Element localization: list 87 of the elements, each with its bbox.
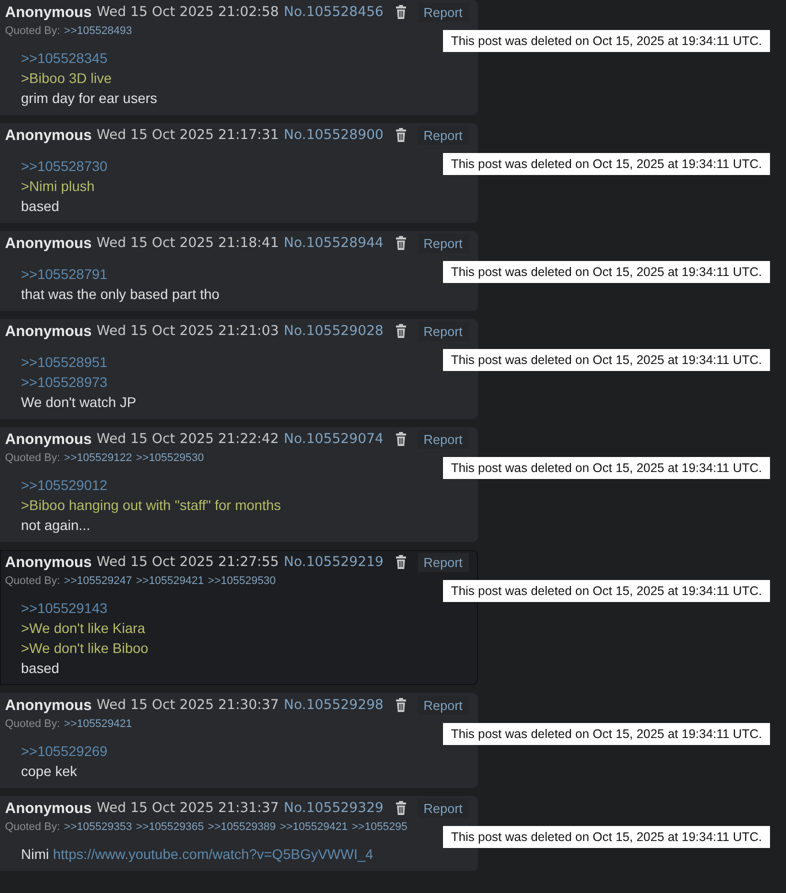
trash-icon[interactable] (394, 801, 406, 815)
post-date: Wed 15 Oct 2025 21:22:42 (96, 431, 279, 447)
post-number-link[interactable]: No.105528944 (284, 235, 384, 251)
backlink[interactable]: >>105529389 (208, 820, 276, 832)
quoted-by-label: Quoted By: (5, 820, 60, 832)
quoted-by-label: Quoted By: (5, 452, 60, 464)
deleted-notice: This post was deleted on Oct 15, 2025 at 19:34:11 UTC. (442, 723, 770, 745)
backlink[interactable]: >>105529247 (64, 574, 132, 586)
greentext-line: >Nimi plush (21, 177, 95, 196)
quoted-by-label: Quoted By: (5, 718, 60, 730)
post-date: Wed 15 Oct 2025 21:02:58 (96, 4, 279, 20)
trash-icon[interactable] (394, 128, 406, 142)
post-date: Wed 15 Oct 2025 21:18:41 (96, 235, 279, 251)
backlink[interactable]: >>105529365 (136, 820, 204, 832)
post-number-link[interactable]: No.105529298 (284, 697, 384, 713)
comment-text: grim day for ear users (21, 89, 158, 108)
post-date: Wed 15 Oct 2025 21:21:03 (96, 323, 279, 339)
poster-name: Anonymous (5, 696, 92, 714)
url-link[interactable]: https://www.youtube.com/watch?v=Q5BGyVWWI_4 (53, 844, 374, 864)
post-number-link[interactable]: No.105528900 (284, 127, 384, 143)
backlink[interactable]: >>105529421 (136, 574, 204, 586)
poster-name: Anonymous (5, 4, 92, 20)
trash-icon[interactable] (394, 324, 406, 338)
comment-text: not again... (21, 516, 90, 535)
greentext-line: >Biboo hanging out with "staff" for months (21, 496, 281, 515)
quoted-by-label: Quoted By: (5, 24, 60, 36)
quote-link[interactable]: >>105528973 (21, 372, 108, 392)
quote-link[interactable]: >>105529012 (21, 475, 108, 495)
trash-icon[interactable] (394, 698, 406, 712)
comment-text: that was the only based part tho (21, 285, 220, 304)
quote-link[interactable]: >>105528791 (21, 264, 108, 284)
quote-link[interactable]: >>105528730 (21, 156, 108, 176)
comment-text: Nimi (21, 845, 49, 864)
poster-name: Anonymous (5, 430, 92, 448)
trash-icon[interactable] (394, 555, 406, 569)
deleted-notice: This post was deleted on Oct 15, 2025 at 19:34:11 UTC. (442, 30, 770, 52)
post-number-link[interactable]: No.105529219 (284, 554, 384, 570)
quoted-by-label: Quoted By: (5, 574, 60, 586)
post-number-link[interactable]: No.105528456 (284, 4, 384, 20)
post-date: Wed 15 Oct 2025 21:27:55 (96, 554, 279, 570)
quote-link[interactable]: >>105529269 (21, 741, 108, 761)
poster-name: Anonymous (5, 800, 92, 816)
deleted-notice: This post was deleted on Oct 15, 2025 at 19:34:11 UTC. (442, 580, 770, 602)
comment-text: based (21, 659, 60, 678)
backlink[interactable]: >>105529122 (64, 452, 132, 464)
backlink[interactable]: >>105529353 (64, 820, 132, 832)
report-button[interactable]: Report (418, 430, 469, 448)
deleted-notice: This post was deleted on Oct 15, 2025 at 19:34:11 UTC. (442, 349, 770, 371)
backlink[interactable]: >>105529421 (64, 718, 132, 730)
greentext-line: >Biboo 3D live (21, 69, 112, 88)
deleted-notice: This post was deleted on Oct 15, 2025 at 19:34:11 UTC. (442, 153, 770, 175)
post-date: Wed 15 Oct 2025 21:17:31 (96, 127, 279, 143)
backlink[interactable]: >>105529421 (280, 820, 348, 832)
report-button[interactable]: Report (418, 552, 469, 572)
deleted-notice: This post was deleted on Oct 15, 2025 at 19:34:11 UTC. (442, 826, 770, 848)
report-button[interactable]: Report (418, 234, 469, 252)
trash-icon[interactable] (394, 236, 406, 250)
report-button[interactable]: Report (418, 2, 469, 22)
quote-link[interactable]: >>105529143 (21, 598, 108, 618)
post-number-link[interactable]: No.105529074 (284, 431, 384, 447)
post-number-link[interactable]: No.105529329 (284, 800, 384, 816)
quote-link[interactable]: >>105528345 (21, 48, 108, 68)
trash-icon[interactable] (394, 432, 406, 446)
report-button[interactable]: Report (418, 126, 469, 144)
report-button[interactable]: Report (418, 798, 469, 818)
backlink[interactable]: >>105528493 (64, 24, 132, 36)
comment-text: based (21, 197, 60, 216)
post-number-link[interactable]: No.105529028 (284, 323, 384, 339)
comment-text: cope kek (21, 762, 78, 781)
post-date: Wed 15 Oct 2025 21:30:37 (96, 697, 279, 713)
comment-text: We don't watch JP (21, 393, 136, 412)
poster-name: Anonymous (5, 234, 92, 252)
quote-link[interactable]: >>105528951 (21, 352, 108, 372)
greentext-line: >We don't like Kiara (21, 619, 146, 638)
trash-icon[interactable] (394, 5, 406, 19)
poster-name: Anonymous (5, 322, 92, 340)
deleted-notice: This post was deleted on Oct 15, 2025 at 19:34:11 UTC. (442, 261, 770, 283)
post-date: Wed 15 Oct 2025 21:31:37 (96, 800, 279, 816)
report-button[interactable]: Report (418, 322, 469, 340)
greentext-line: >We don't like Biboo (21, 639, 148, 658)
backlink[interactable]: >>1055295 (352, 820, 408, 832)
poster-name: Anonymous (5, 554, 92, 570)
report-button[interactable]: Report (418, 696, 469, 714)
backlink[interactable]: >>105529530 (208, 574, 276, 586)
poster-name: Anonymous (5, 126, 92, 144)
deleted-notice: This post was deleted on Oct 15, 2025 at 19:34:11 UTC. (442, 457, 770, 479)
backlink[interactable]: >>105529530 (136, 452, 204, 464)
